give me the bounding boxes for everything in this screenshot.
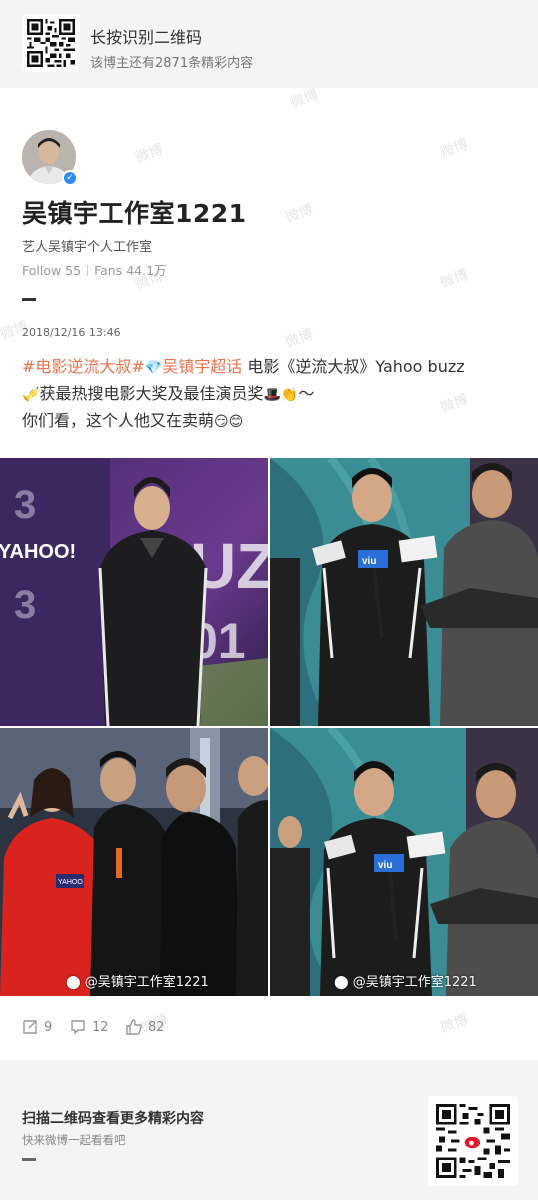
post-line-2-end: ～: [298, 384, 315, 403]
watermark-text: @吴镇宇工作室1221: [352, 975, 477, 990]
weibo-post-card: 微博 微博 微博 微博 微博 微博 微博 微博 微博 微博 微博 ✓ 吴镇宇工作…: [0, 87, 538, 1060]
svg-text:viu: viu: [378, 860, 392, 871]
like-icon: [126, 1019, 142, 1035]
svg-text:3: 3: [14, 483, 36, 527]
comment-icon: [71, 1020, 85, 1035]
post-timestamp: 2018/12/16 13:46: [22, 326, 121, 339]
photo-watermark: ⬤ @吴镇宇工作室1221: [66, 975, 209, 990]
divider: [22, 298, 36, 301]
diamond-icon: 💎: [144, 360, 163, 376]
svg-text:YAHOO!: YAHOO!: [0, 541, 76, 563]
photo-1[interactable]: YAHOO! 3 3 UZ 01: [0, 458, 268, 726]
comment-count: 12: [92, 1019, 109, 1035]
clap-emoji-icon: 👏: [280, 387, 299, 403]
repost-button[interactable]: 9: [22, 1016, 52, 1038]
fans-count[interactable]: Fans 44.1万: [94, 263, 166, 278]
divider: [87, 265, 89, 276]
photo-watermark: ⬤ @吴镇宇工作室1221: [334, 975, 477, 990]
qr-code-icon[interactable]: [428, 1096, 518, 1186]
supertopic-tag[interactable]: 💎吴镇宇超话: [145, 357, 242, 376]
watermark-text: @吴镇宇工作室1221: [84, 975, 209, 990]
bottom-section: 扫描二维码查看更多精彩内容 快来微博一起看看吧: [0, 1062, 538, 1200]
verified-icon: ✓: [62, 170, 78, 186]
divider: [22, 1158, 36, 1161]
photo-3[interactable]: YAHOO ⬤ @吴镇宇工作室1221: [0, 728, 268, 996]
like-button[interactable]: 82: [126, 1016, 165, 1038]
follow-count[interactable]: Follow 55: [22, 263, 81, 278]
qr-code-icon[interactable]: [22, 14, 80, 72]
svg-text:YAHOO: YAHOO: [58, 879, 83, 886]
banner-title: 长按识别二维码: [90, 28, 203, 47]
like-count: 82: [148, 1019, 165, 1035]
bottom-subtitle: 快来微博一起看看吧: [22, 1133, 126, 1147]
post-line-1: 电影《逆流大叔》Yahoo buzz: [242, 357, 465, 376]
photo-grid: YAHOO! 3 3 UZ 01 viu YAHOO ⬤ @吴镇宇工作室1221…: [0, 458, 538, 996]
supertopic-label: 吴镇宇超话: [162, 357, 243, 376]
user-description: 艺人吴镇宇个人工作室: [22, 240, 153, 255]
post-line-3: 你们看，这个人他又在卖萌: [22, 411, 215, 430]
smirk-emoji-icon: 😏: [214, 414, 229, 430]
photo-4[interactable]: viu ⬤ @吴镇宇工作室1221: [270, 728, 538, 996]
smile-emoji-icon: 😊: [228, 414, 244, 430]
top-hat-emoji-icon: 🎩: [263, 387, 281, 403]
svg-text:3: 3: [14, 583, 36, 627]
repost-count: 9: [44, 1019, 53, 1035]
user-name[interactable]: 吴镇宇工作室1221: [22, 194, 247, 230]
topic-tag[interactable]: #电影逆流大叔#: [22, 357, 145, 376]
repost-icon: [23, 1020, 37, 1034]
post-line-2: 获最热搜电影大奖及最佳演员奖: [39, 384, 264, 403]
bottom-title: 扫描二维码查看更多精彩内容: [22, 1111, 204, 1127]
user-stats: Follow 55 Fans 44.1万: [22, 260, 167, 279]
post-text: #电影逆流大叔#💎吴镇宇超话 电影《逆流大叔》Yahoo buzz 🎺获最热搜电…: [22, 354, 522, 435]
photo-2[interactable]: viu: [270, 458, 538, 726]
banner-subtitle: 该博主还有2871条精彩内容: [90, 56, 254, 71]
comment-button[interactable]: 12: [70, 1016, 109, 1038]
top-banner: 长按识别二维码 该博主还有2871条精彩内容: [0, 0, 538, 88]
trumpet-emoji-icon: 🎺: [22, 387, 40, 403]
svg-text:viu: viu: [362, 556, 376, 567]
